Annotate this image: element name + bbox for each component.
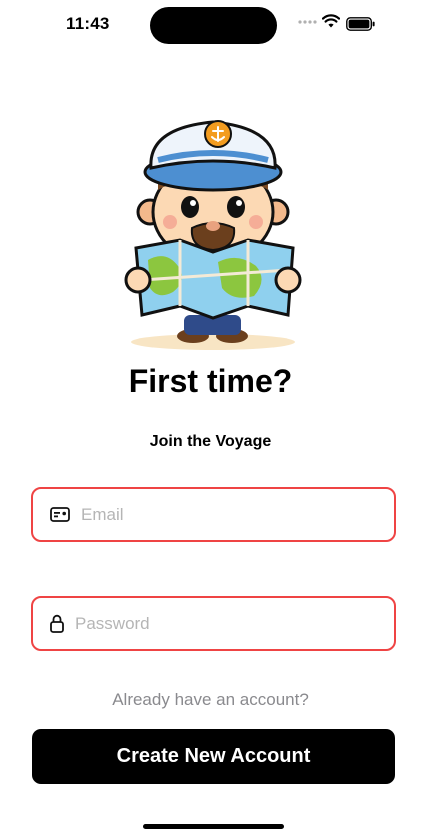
password-input[interactable] <box>75 598 380 649</box>
email-input[interactable] <box>81 489 381 540</box>
email-field[interactable] <box>31 487 396 542</box>
password-field[interactable] <box>31 596 396 651</box>
create-account-button[interactable]: Create New Account <box>32 729 395 784</box>
status-bar: 11:43 <box>0 0 421 50</box>
login-link[interactable]: Already have an account? <box>0 690 421 710</box>
battery-icon <box>346 17 375 31</box>
status-icons <box>298 14 388 34</box>
wifi-icon <box>322 14 340 28</box>
lock-icon <box>50 614 64 633</box>
sailor-captain-with-map-icon <box>124 120 302 350</box>
signal-dots-icon <box>298 20 317 24</box>
page-subtitle: Join the Voyage <box>149 433 272 450</box>
status-time: 11:43 <box>66 14 110 33</box>
id-card-icon <box>50 507 70 522</box>
page-title: First time? <box>128 363 293 399</box>
dynamic-island <box>150 7 277 44</box>
home-indicator[interactable] <box>143 824 284 829</box>
